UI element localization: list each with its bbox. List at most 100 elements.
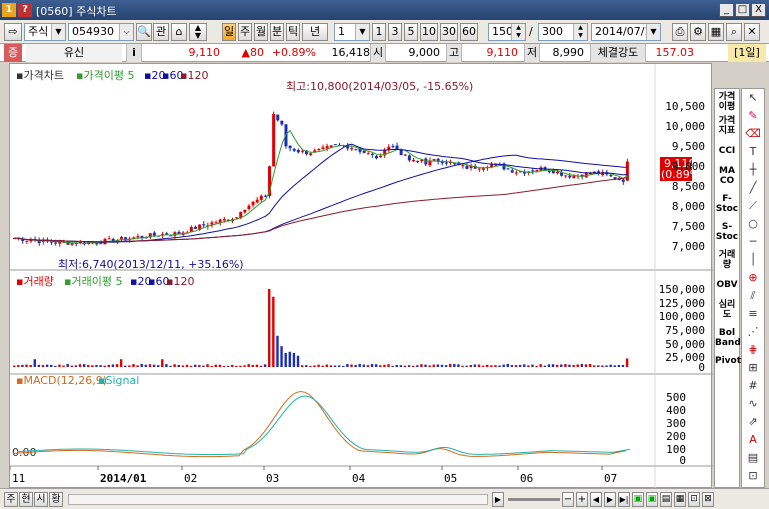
link-arrow-icon[interactable]: ⇨ [4, 23, 22, 41]
cursor-icon[interactable]: ↖ [745, 91, 761, 105]
zoom-icon[interactable]: ⌕ [726, 23, 742, 41]
print-icon[interactable]: ⎙ [672, 23, 688, 41]
indicator-pivot[interactable]: Pivot [715, 356, 741, 366]
wave-icon[interactable]: ∿ [745, 397, 761, 411]
period-week-button[interactable]: 주 [238, 23, 252, 41]
horizontal-line-icon[interactable]: ─ [745, 235, 761, 249]
watch-button[interactable]: 관 [153, 23, 169, 41]
delete-all-icon[interactable]: ⌫ [745, 127, 761, 141]
period-minute-button[interactable]: 분 [270, 23, 284, 41]
scroll-end-icon[interactable]: ▶| [618, 492, 630, 507]
speed-line-icon[interactable]: ⋕ [745, 343, 761, 357]
copy-icon[interactable]: ▤ [660, 492, 672, 507]
indicator-price-index[interactable]: 가격 지표 [715, 116, 739, 136]
vertical-line-icon[interactable]: │ [745, 253, 761, 267]
indicator-volume[interactable]: 거래량 [715, 250, 739, 270]
stock-spin-icon[interactable]: ▲ ▼ [189, 23, 207, 41]
volume-bar [494, 365, 497, 367]
excel-icon[interactable]: ▣ [632, 492, 644, 507]
channel-icon[interactable]: ⫽ [745, 289, 761, 303]
prev-stock-icon[interactable]: ⌂ [171, 23, 187, 41]
volume-bar [251, 364, 254, 367]
minute-60-button[interactable]: 60 [460, 23, 478, 41]
date-tick-label: 2014/01 [100, 472, 147, 485]
indicator-price-ma[interactable]: 가격 이평 [715, 92, 739, 112]
minimize-button[interactable]: _ [719, 3, 734, 17]
minute-select[interactable]: 1 ▼ [334, 23, 370, 41]
volume-bar [572, 364, 575, 367]
period-day-button[interactable]: 일 [222, 23, 236, 41]
minute-3-button[interactable]: 3 [388, 23, 402, 41]
cross-line-icon[interactable]: ┼ [745, 163, 761, 177]
layout-icon[interactable]: ▦ [708, 23, 724, 41]
stock-code-input[interactable]: 054930 ⌵ [68, 23, 134, 41]
minute-30-button[interactable]: 30 [440, 23, 458, 41]
period-tick-button[interactable]: 틱 [286, 23, 300, 41]
tab-status[interactable]: 황 [49, 492, 63, 507]
chart-area[interactable]: ▪가격차트 ▪가격이평 5 ▪20 ▪60 ▪120 ▪거래량 ▪거래이평 5 … [9, 63, 713, 489]
period-year-button[interactable]: 년 [302, 23, 328, 41]
candle-body [210, 222, 214, 225]
parallel-lines-icon[interactable]: ≡ [745, 307, 761, 321]
info-button[interactable]: i [126, 44, 142, 62]
market-select[interactable]: 주식 ▼ [24, 23, 66, 41]
ray-line-icon[interactable]: ⟋ [745, 199, 761, 213]
circle-icon[interactable]: ○ [745, 217, 761, 231]
candle-body [317, 148, 321, 150]
zoom-out-icon[interactable]: − [562, 492, 574, 507]
candle-body [202, 224, 206, 226]
total-count-input[interactable]: 300 ▲ ▼ [538, 23, 588, 41]
reset-icon[interactable]: ⊠ [702, 492, 714, 507]
close-chart-icon[interactable]: ✕ [744, 23, 760, 41]
zoom-in-icon[interactable]: + [576, 492, 588, 507]
save-drawing-icon[interactable]: ⊡ [745, 469, 761, 483]
horizontal-scrollbar[interactable] [68, 494, 488, 505]
image-icon[interactable]: ▦ [674, 492, 686, 507]
indicator-cci[interactable]: CCI [715, 146, 739, 156]
volume-bar [136, 365, 139, 367]
zoom-slider[interactable] [508, 498, 560, 501]
volume-bar [272, 296, 275, 367]
date-select[interactable]: 2014/07/10 ▼ [591, 23, 661, 41]
clipboard-icon[interactable]: ▤ [745, 451, 761, 465]
gann-fan-icon[interactable]: ⋰ [745, 325, 761, 339]
full-screen-icon[interactable]: ⊡ [688, 492, 700, 507]
volume-bar [144, 364, 148, 367]
candle-body [370, 153, 374, 155]
scroll-first-icon[interactable]: ◀ [590, 492, 602, 507]
volume-bar [169, 365, 172, 367]
eraser-icon[interactable]: ✎ [745, 109, 761, 123]
fibonacci-icon[interactable]: ⊕ [745, 271, 761, 285]
indicator-sstoc[interactable]: S-Stoc [715, 222, 739, 242]
period-month-button[interactable]: 월 [254, 23, 268, 41]
chart-svg[interactable]: ▪가격차트 ▪가격이평 5 ▪20 ▪60 ▪120 ▪거래량 ▪거래이평 5 … [9, 64, 713, 489]
volume-bar [74, 365, 78, 367]
minute-10-button[interactable]: 10 [420, 23, 438, 41]
tab-current[interactable]: 현 [19, 492, 33, 507]
auto-trend-icon[interactable]: A [745, 433, 761, 447]
grid-icon[interactable]: # [745, 379, 761, 393]
trend-line-icon[interactable]: ╱ [745, 181, 761, 195]
arrow-icon[interactable]: ⇗ [745, 415, 761, 429]
help-icon[interactable]: ? [18, 3, 32, 17]
tab-market[interactable]: 시 [34, 492, 48, 507]
close-button[interactable]: X [751, 3, 766, 17]
indicator-psychology[interactable]: 심리도 [715, 300, 739, 320]
cycle-icon[interactable]: ⊞ [745, 361, 761, 375]
indicator-fstoc[interactable]: F-Stoc [715, 194, 739, 214]
scroll-last-icon[interactable]: ▶ [604, 492, 616, 507]
display-count-input[interactable]: 150 ▲ ▼ [488, 23, 526, 41]
candle-body [465, 165, 469, 169]
indicator-maco[interactable]: MA CO [715, 166, 739, 186]
export-icon[interactable]: ▣ [646, 492, 658, 507]
text-icon[interactable]: T [745, 145, 761, 159]
tab-week[interactable]: 주 [4, 492, 18, 507]
scroll-right-icon[interactable]: ▶ [492, 492, 504, 507]
minute-1-button[interactable]: 1 [372, 23, 386, 41]
maximize-button[interactable]: □ [735, 3, 750, 17]
indicator-bolband[interactable]: Bol Band [715, 328, 741, 348]
minute-5-button[interactable]: 5 [404, 23, 418, 41]
search-icon[interactable]: 🔍 [136, 23, 152, 41]
indicator-obv[interactable]: OBV [715, 280, 739, 290]
settings-icon[interactable]: ⚙ [690, 23, 706, 41]
